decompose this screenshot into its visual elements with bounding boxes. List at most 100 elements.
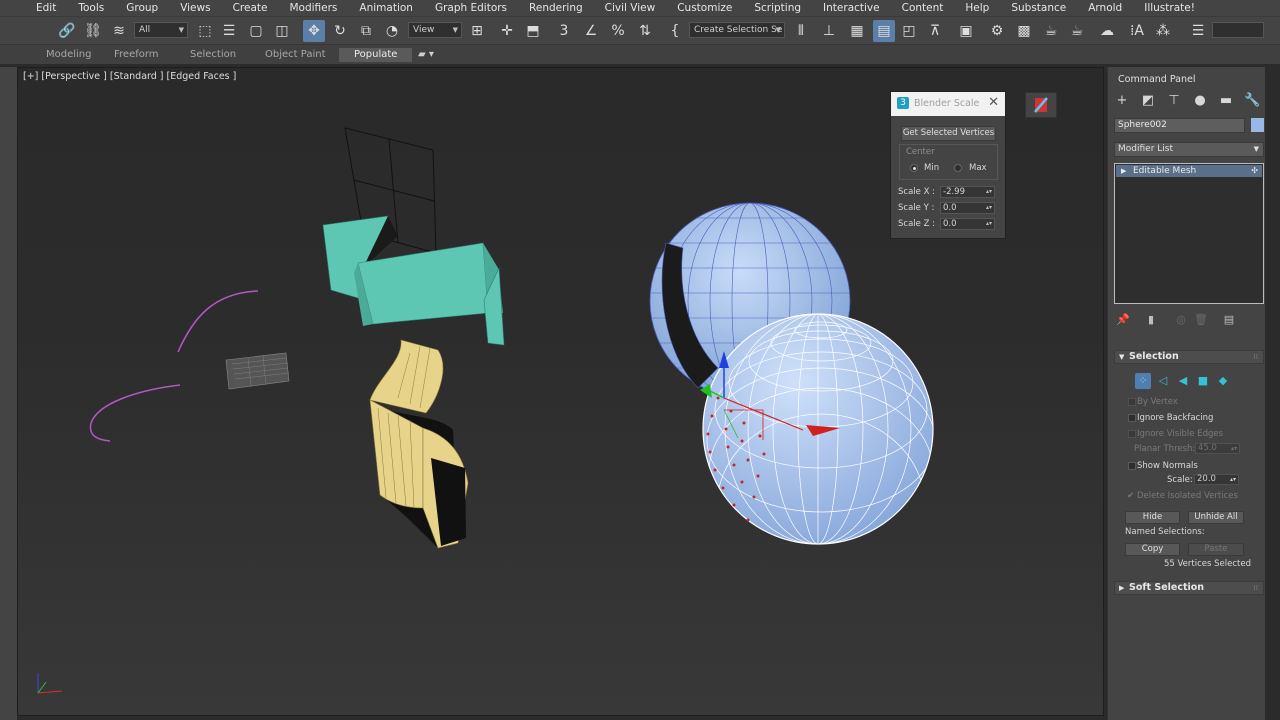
object-name-field[interactable]: Sphere002 xyxy=(1114,118,1245,133)
edit-named-selection-icon[interactable]: { xyxy=(664,20,686,42)
scale-icon[interactable]: ⧉ xyxy=(355,20,377,42)
polygon-mode-icon[interactable]: ■ xyxy=(1195,373,1211,389)
menu-civil-view[interactable]: Civil View xyxy=(594,0,667,16)
by-vertex-checkbox[interactable] xyxy=(1128,398,1136,406)
yellow-surface[interactable] xyxy=(369,339,469,549)
layer-explorer-icon[interactable]: ▤ xyxy=(873,20,895,42)
tab-modeling[interactable]: Modeling xyxy=(46,48,92,62)
soft-selection-rollout-header[interactable]: ▶ Soft Selection ⁞⁞ xyxy=(1114,581,1264,595)
tab-freeform[interactable]: Freeform xyxy=(114,48,159,62)
hierarchy-tab-icon[interactable]: ⊤ xyxy=(1166,93,1182,109)
create-tab-icon[interactable]: + xyxy=(1114,93,1130,109)
scale-x-spinner[interactable]: -2.99 ▴▾ xyxy=(940,186,995,198)
window-crossing-icon[interactable]: ◫ xyxy=(271,20,293,42)
menu-animation[interactable]: Animation xyxy=(348,0,424,16)
render-iterative-icon[interactable]: ☕ xyxy=(1066,20,1088,42)
configure-sets-icon[interactable]: ▤ xyxy=(1222,313,1236,327)
show-end-result-icon[interactable]: ▮ xyxy=(1144,313,1158,327)
snaps-toggle-icon[interactable]: 3 xyxy=(553,20,575,42)
spinner-arrows-icon[interactable]: ▴▾ xyxy=(1230,475,1236,484)
keyboard-shortcut-icon[interactable]: ⬒ xyxy=(522,20,544,42)
move-icon[interactable]: ✥ xyxy=(303,20,325,42)
menu-create[interactable]: Create xyxy=(222,0,279,16)
menu-arnold[interactable]: Arnold xyxy=(1077,0,1133,16)
schematic-view-icon[interactable]: ⊼ xyxy=(924,20,946,42)
element-mode-icon[interactable]: ◆ xyxy=(1215,373,1231,389)
expand-triangle-icon[interactable]: ▶ xyxy=(1121,165,1126,177)
pin-stack-icon[interactable]: 📌 xyxy=(1116,313,1130,327)
ai-tool-icon[interactable]: ⁂ xyxy=(1152,20,1174,42)
display-tab-icon[interactable]: ▬ xyxy=(1218,93,1234,109)
scene-explorer-icon[interactable]: ▦ xyxy=(846,20,868,42)
menu-customize[interactable]: Customize xyxy=(666,0,743,16)
small-plane[interactable] xyxy=(225,352,290,390)
menu-substance[interactable]: Substance xyxy=(1000,0,1077,16)
motion-tab-icon[interactable]: ● xyxy=(1192,93,1208,109)
menu-modifiers[interactable]: Modifiers xyxy=(278,0,348,16)
rect-selection-icon[interactable]: ▢ xyxy=(245,20,267,42)
command-panel-toggle-icon[interactable]: ☰ xyxy=(1187,20,1209,42)
unlink-icon[interactable]: ⛓ xyxy=(82,20,104,42)
placement-icon[interactable]: ◔ xyxy=(381,20,403,42)
selection-rollout-header[interactable]: ▼ Selection ⁞⁞ xyxy=(1114,350,1264,364)
spinner-arrows-icon[interactable]: ▴▾ xyxy=(986,219,992,229)
unhide-all-button[interactable]: Unhide All xyxy=(1188,511,1244,524)
curve-editor-icon[interactable]: ◰ xyxy=(898,20,920,42)
vertex-mode-icon[interactable]: ⁘ xyxy=(1135,373,1151,389)
max-radio[interactable] xyxy=(954,164,962,172)
spinner-snap-icon[interactable]: ⇅ xyxy=(634,20,656,42)
mirror-icon[interactable]: ⫴ xyxy=(790,20,812,42)
select-object-icon[interactable]: ⬚ xyxy=(194,20,216,42)
menu-edit[interactable]: Edit xyxy=(0,0,67,16)
normals-scale-spinner[interactable]: 20.0 ▴▾ xyxy=(1194,474,1239,485)
ignore-visible-edges-checkbox[interactable] xyxy=(1128,430,1136,438)
workspace-dropdown[interactable] xyxy=(1212,22,1264,38)
spinner-arrows-icon[interactable]: ▴▾ xyxy=(986,187,992,197)
menu-group[interactable]: Group xyxy=(115,0,169,16)
tab-selection[interactable]: Selection xyxy=(190,48,236,62)
render-production-icon[interactable]: ☕ xyxy=(1040,20,1062,42)
spinner-arrows-icon[interactable]: ▴▾ xyxy=(986,203,992,213)
copy-button[interactable]: Copy xyxy=(1125,543,1180,556)
align-icon[interactable]: ⊥ xyxy=(818,20,840,42)
text-tool-icon[interactable]: ⁞A xyxy=(1126,20,1148,42)
reference-coordinate-dropdown[interactable]: View ▼ xyxy=(408,22,462,38)
menu-views[interactable]: Views xyxy=(169,0,221,16)
tab-object-paint[interactable]: Object Paint xyxy=(265,48,326,62)
min-radio[interactable] xyxy=(910,164,918,172)
modifier-list-dropdown[interactable]: Modifier List ▼ xyxy=(1114,142,1264,157)
menu-rendering[interactable]: Rendering xyxy=(518,0,594,16)
utilities-tab-icon[interactable]: 🔧 xyxy=(1244,93,1260,109)
object-color-swatch[interactable] xyxy=(1251,118,1264,132)
render-activeshade-icon[interactable]: ☁ xyxy=(1096,20,1118,42)
scale-y-spinner[interactable]: 0.0 ▴▾ xyxy=(940,202,995,214)
menu-tools[interactable]: Tools xyxy=(67,0,115,16)
show-normals-checkbox[interactable] xyxy=(1128,462,1136,470)
percent-snap-icon[interactable]: % xyxy=(607,20,629,42)
teal-object[interactable] xyxy=(322,215,505,346)
scale-z-spinner[interactable]: 0.0 ▴▾ xyxy=(940,218,995,230)
modify-tab-icon[interactable]: ◩ xyxy=(1140,93,1156,109)
rotate-icon[interactable]: ↻ xyxy=(329,20,351,42)
hide-button[interactable]: Hide xyxy=(1125,511,1180,524)
render-setup-icon[interactable]: ⚙ xyxy=(986,20,1008,42)
floating-script-button[interactable] xyxy=(1025,92,1057,118)
pivot-center-icon[interactable]: ⊞ xyxy=(466,20,488,42)
spline-upper[interactable] xyxy=(177,290,259,353)
selection-filter-dropdown[interactable]: All ▼ xyxy=(134,22,188,38)
rendered-frame-icon[interactable]: ▩ xyxy=(1013,20,1035,42)
menu-interactive[interactable]: Interactive xyxy=(812,0,891,16)
get-selected-vertices-button[interactable]: Get Selected Vertices xyxy=(901,126,996,141)
tab-populate[interactable]: Populate xyxy=(339,48,413,62)
link-icon[interactable]: 🔗 xyxy=(56,20,78,42)
dialog-titlebar[interactable]: 3 Blender Scale ✕ xyxy=(891,92,1005,116)
menu-content[interactable]: Content xyxy=(891,0,955,16)
spline-lower[interactable] xyxy=(89,384,181,442)
select-by-name-icon[interactable]: ☰ xyxy=(218,20,240,42)
bind-spacewarp-icon[interactable]: ≋ xyxy=(108,20,130,42)
close-icon[interactable]: ✕ xyxy=(988,95,999,110)
face-mode-icon[interactable]: ◀ xyxy=(1175,373,1191,389)
ignore-backfacing-checkbox[interactable] xyxy=(1128,414,1136,422)
named-selection-dropdown[interactable]: Create Selection Se ▼ xyxy=(689,22,785,38)
menu-graph-editors[interactable]: Graph Editors xyxy=(424,0,518,16)
